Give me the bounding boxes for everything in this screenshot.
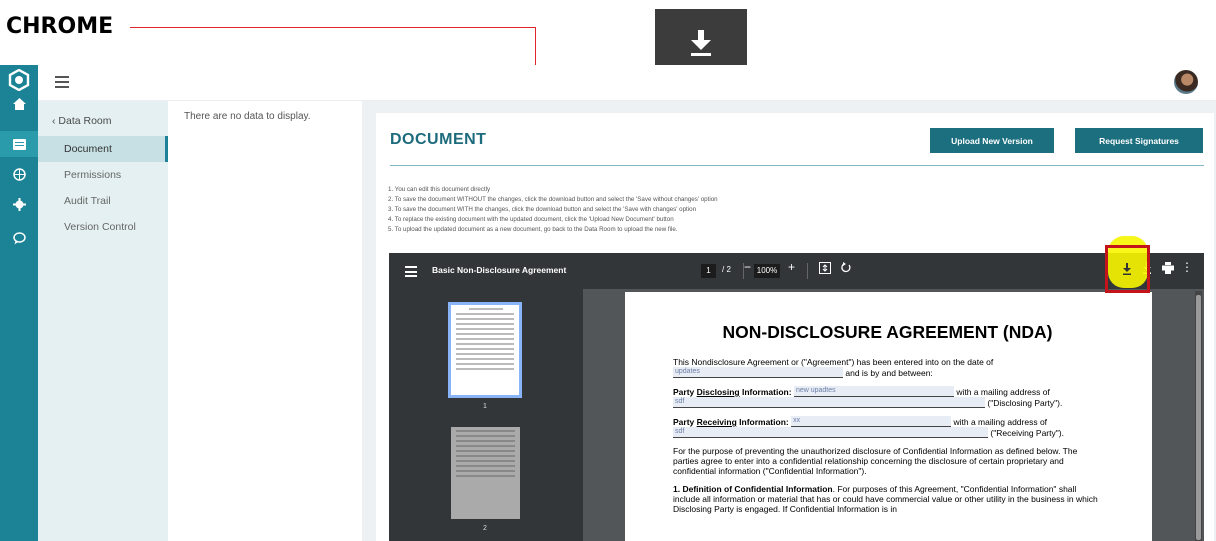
disclosing-party-paragraph: Party Disclosing Information: new upadte… [673,386,1102,408]
date-field[interactable]: updates [673,367,843,378]
pdf-scrollbar[interactable] [1195,291,1202,541]
disclosing-party-text: ("Disclosing Party"). [987,398,1063,408]
disclosing-name-field[interactable]: new upadtes [793,386,954,397]
receiving-name-field[interactable]: xx [791,416,952,427]
back-to-data-room-link[interactable]: ‹ Data Room [52,115,112,127]
mailing-address-text: with a mailing address of [953,417,1048,427]
definition-title: 1. Definition of Confidential Informatio… [673,484,833,494]
page-title: DOCUMENT [390,131,487,148]
download-icon [691,29,711,56]
zoom-in-icon[interactable]: + [788,260,795,274]
instructions-list: 1. You can edit this document directly 2… [388,185,718,235]
pdf-page: NON-DISCLOSURE AGREEMENT (NDA) This Nond… [625,292,1152,541]
nda-heading: NON-DISCLOSURE AGREEMENT (NDA) [722,322,1053,342]
receiving-label: Party Receiving Information: [673,417,789,427]
title-divider [390,165,1204,166]
pdf-download-icon-highlighted[interactable] [1121,262,1133,281]
page-total: / 2 [722,265,731,274]
rotate-icon[interactable] [840,262,852,277]
instruction-item: 4. To replace the existing document with… [388,216,674,223]
zoom-level-input[interactable]: 100% [754,264,780,278]
mailing-address-text: with a mailing address of [956,387,1050,397]
data-room-subnav: ‹ Data Room Document Permissions Audit T… [38,101,168,541]
browser-label: CHROME [6,14,114,39]
subnav-item-document[interactable]: Document [38,136,168,162]
disclosing-address-field[interactable]: sdf [673,397,985,408]
receiving-party-paragraph: Party Receiving Information: xx with a m… [673,416,1102,438]
chat-icon[interactable] [0,225,38,251]
thumbnail-label: 1 [483,403,487,410]
fit-page-icon[interactable] [819,262,831,277]
instruction-item: 1. You can edit this document directly [388,186,491,193]
disclosing-label: Party Disclosing Information: [673,387,792,397]
home-icon[interactable] [0,91,38,117]
thumbnail-label: 2 [483,525,487,532]
pdf-menu-icon[interactable] [405,266,417,280]
menu-icon[interactable] [55,76,69,88]
pdf-viewer: Basic Non-Disclosure Agreement 1 / 2 − 1… [389,253,1204,541]
receiving-address-field[interactable]: sdf [673,427,988,438]
receiving-party-text: ("Receiving Party"). [990,428,1064,438]
gear-icon[interactable] [0,191,38,217]
document-list-pane: There are no data to display. [168,101,362,541]
intro-text-suffix: and is by and between: [845,368,933,378]
pdf-document-name: Basic Non-Disclosure Agreement [432,265,567,275]
intro-paragraph: This Nondisclosure Agreement or ("Agreem… [673,357,1102,378]
page-thumbnail-2[interactable] [451,427,520,519]
logo-icon[interactable] [8,69,30,91]
instruction-item: 2. To save the document WITHOUT the chan… [388,196,718,203]
empty-state-text: There are no data to display. [184,111,311,122]
app-rail [0,65,38,541]
zoom-out-icon[interactable]: − [744,260,751,274]
toolbar-divider [807,263,808,279]
definition-paragraph: 1. Definition of Confidential Informatio… [673,484,1102,514]
avatar[interactable] [1174,70,1198,94]
subnav-item-version-control[interactable]: Version Control [38,214,168,240]
callout-line-horizontal [130,27,536,28]
document-list-icon[interactable] [0,131,38,157]
print-icon[interactable] [1162,262,1174,277]
intro-text: This Nondisclosure Agreement or ("Agreem… [673,357,994,367]
page-number-input[interactable]: 1 [701,264,716,278]
thumbnail-panel: 1 2 [389,289,583,541]
top-bar [38,65,1216,101]
request-signatures-button[interactable]: Request Signatures [1075,128,1203,153]
purpose-paragraph: For the purpose of preventing the unauth… [673,446,1078,476]
instruction-item: 5. To upload the updated document as a n… [388,226,678,233]
pdf-toolbar: Basic Non-Disclosure Agreement 1 / 2 − 1… [389,253,1204,289]
page-thumbnail-1[interactable] [448,302,522,398]
globe-icon[interactable] [0,161,38,187]
subnav-item-permissions[interactable]: Permissions [38,162,168,188]
more-options-icon[interactable]: ⋮ [1181,260,1193,274]
upload-new-version-button[interactable]: Upload New Version [930,128,1054,153]
subnav-item-audit-trail[interactable]: Audit Trail [38,188,168,214]
instruction-item: 3. To save the document WITH the changes… [388,206,697,213]
